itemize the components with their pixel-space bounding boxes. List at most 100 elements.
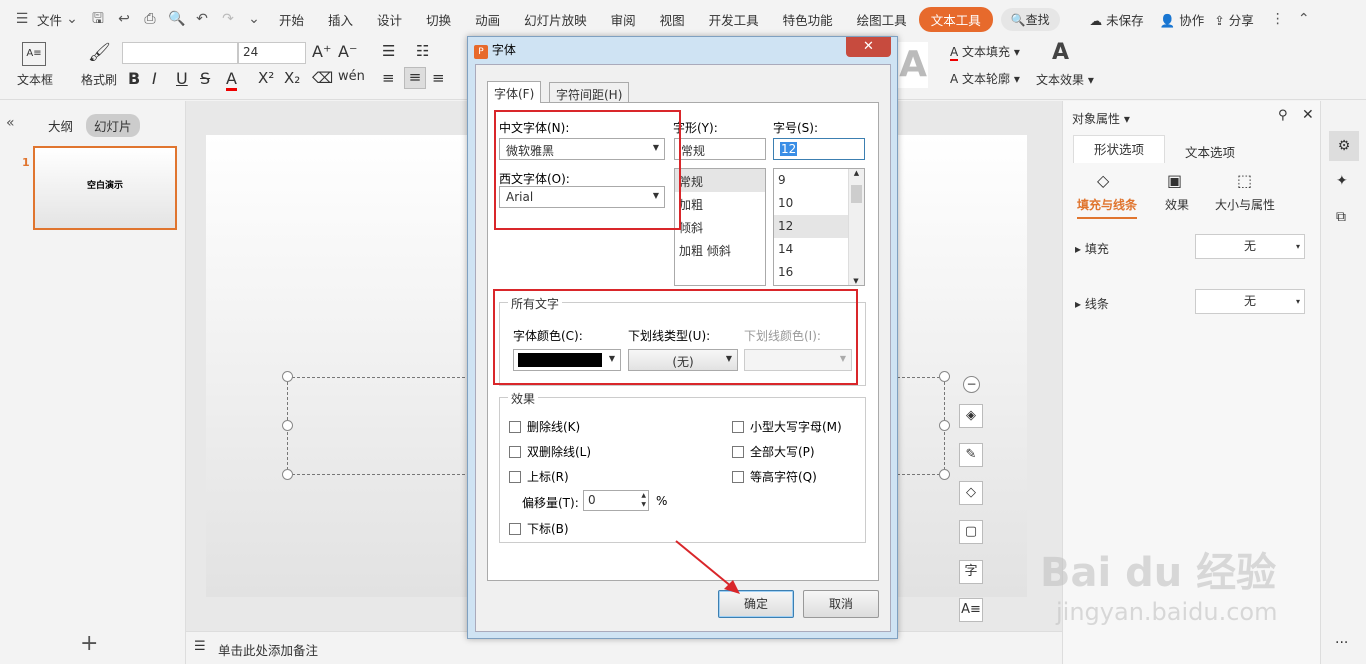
wordart-preview[interactable]: A <box>898 42 928 88</box>
list-item[interactable]: 常规 <box>675 169 765 192</box>
italic-icon[interactable]: I <box>152 69 157 88</box>
subtab-size[interactable]: 大小与属性 <box>1215 196 1275 213</box>
underline-icon[interactable]: U <box>176 69 188 88</box>
tab-char-spacing[interactable]: 字符间距(H) <box>549 82 630 102</box>
resize-handle[interactable] <box>939 420 950 431</box>
resize-handle[interactable] <box>282 420 293 431</box>
copy-tool-icon[interactable]: ⧉ <box>1336 209 1346 225</box>
search-button[interactable]: 🔍查找 <box>1000 7 1060 31</box>
close-pane-icon[interactable]: ✕ <box>1302 107 1314 123</box>
text-effect-icon[interactable]: A <box>1052 40 1069 65</box>
list-item[interactable]: 加粗 <box>675 192 765 215</box>
cancel-button[interactable]: 取消 <box>803 590 879 618</box>
strikethrough-icon[interactable]: S <box>200 69 210 88</box>
dialog-titlebar[interactable]: P 字体 <box>474 41 516 59</box>
tab-transition[interactable]: 切换 <box>414 10 463 29</box>
equal-height-checkbox[interactable]: 等高字符(Q) <box>732 468 817 485</box>
style-list[interactable]: 常规 加粗 倾斜 加粗 倾斜 <box>674 168 766 286</box>
tab-animation[interactable]: 动画 <box>463 10 512 29</box>
tab-font[interactable]: 字体(F) <box>487 81 542 103</box>
subscript-icon[interactable]: X₂ <box>284 69 300 87</box>
customize-icon[interactable]: ⌄ <box>246 11 262 27</box>
tab-special[interactable]: 特色功能 <box>771 10 845 29</box>
add-slide-icon[interactable]: + <box>80 631 98 656</box>
text-outline-button[interactable]: A 文本轮廓 ▾ <box>950 70 1020 87</box>
tab-outline[interactable]: 大纲 <box>48 116 73 135</box>
fill-icon[interactable]: ◇ <box>959 481 983 505</box>
grow-font-icon[interactable]: A⁺ <box>312 42 331 61</box>
textbox-button[interactable]: 文本框 <box>10 71 60 88</box>
collab-button[interactable]: 👤 协作 <box>1156 10 1209 29</box>
tab-shape-options[interactable]: 形状选项 <box>1073 135 1165 163</box>
slide-thumbnail[interactable]: 空白演示 <box>33 146 177 230</box>
resize-handle[interactable] <box>282 469 293 480</box>
offset-stepper[interactable]: 0 ▲ ▼ <box>583 490 649 511</box>
align-center-icon[interactable]: ≡ <box>404 67 426 89</box>
save-icon[interactable]: 🖫 <box>90 11 106 27</box>
share-button[interactable]: ⇪ 分享 <box>1208 10 1259 29</box>
bold-icon[interactable]: B <box>128 69 140 88</box>
textbox-icon[interactable]: A≡ <box>22 42 46 66</box>
list-item[interactable]: 12 <box>774 215 848 238</box>
layers-icon[interactable]: ◈ <box>959 404 983 428</box>
unsaved-button[interactable]: ☁ 未保存 <box>1078 10 1156 29</box>
format-painter-icon[interactable]: 🖌 <box>88 42 111 63</box>
list-item[interactable]: 10 <box>774 192 848 215</box>
tab-design[interactable]: 设计 <box>365 10 414 29</box>
pin-icon[interactable]: ⚲ <box>1278 108 1288 123</box>
effect-icon[interactable]: ▣ <box>1167 171 1182 190</box>
tab-text-tools[interactable]: 文本工具 <box>918 6 993 32</box>
double-strike-checkbox[interactable]: 双删除线(L) <box>509 443 591 460</box>
line-section[interactable]: ▸ 线条 <box>1075 295 1109 312</box>
tab-insert[interactable]: 插入 <box>316 10 365 29</box>
text-effect-button[interactable]: 文本效果 ▾ <box>1036 71 1094 88</box>
resize-handle[interactable] <box>282 371 293 382</box>
tab-text-options[interactable]: 文本选项 <box>1185 142 1235 161</box>
size-scrollbar[interactable]: ▲ ▼ <box>848 169 864 285</box>
pin-tool-icon[interactable]: ✦ <box>1336 173 1348 189</box>
properties-icon[interactable]: ⚙ <box>1329 131 1359 161</box>
tab-drawing-tools[interactable]: 绘图工具 <box>845 10 919 29</box>
collapse-pane-icon[interactable]: « <box>6 115 15 131</box>
small-caps-checkbox[interactable]: 小型大写字母(M) <box>732 418 842 435</box>
more-tools-icon[interactable]: ··· <box>1335 635 1348 651</box>
pane-title[interactable]: 对象属性 ▾ <box>1072 110 1130 127</box>
numbering-icon[interactable]: ☷ <box>416 42 429 60</box>
text-fill-button[interactable]: A 文本填充 ▾ <box>950 43 1020 61</box>
list-item[interactable]: 9 <box>774 169 848 192</box>
notes-placeholder[interactable]: 单击此处添加备注 <box>218 640 318 659</box>
font-tool-icon[interactable]: 字 <box>959 560 983 584</box>
resize-handle[interactable] <box>939 469 950 480</box>
text-tool-icon[interactable]: A≡ <box>959 598 983 622</box>
dialog-close-button[interactable]: ✕ <box>846 37 891 57</box>
subtab-effect[interactable]: 效果 <box>1165 196 1189 213</box>
fill-dropdown[interactable]: 无 ▾ <box>1195 234 1305 259</box>
line-dropdown[interactable]: 无 ▾ <box>1195 289 1305 314</box>
superscript-checkbox[interactable]: 上标(R) <box>509 468 569 485</box>
chevron-down-icon[interactable]: ⌄ <box>64 11 80 27</box>
align-left-icon[interactable]: ≡ <box>382 69 395 87</box>
phonetic-icon[interactable]: wén <box>338 69 365 84</box>
size-list[interactable]: 9 10 12 14 16 ▲ ▼ <box>773 168 865 286</box>
more-icon[interactable]: ⋮ <box>1270 11 1286 27</box>
align-right-icon[interactable]: ≡ <box>432 69 445 87</box>
fill-line-icon[interactable]: ◇ <box>1097 171 1109 190</box>
resize-handle[interactable] <box>939 371 950 382</box>
redo-icon[interactable]: ↷ <box>220 11 236 27</box>
superscript-icon[interactable]: X² <box>258 69 274 87</box>
print-preview-icon[interactable]: 🔍 <box>168 11 185 27</box>
outline-icon[interactable]: ▢ <box>959 520 983 544</box>
subscript-checkbox[interactable]: 下标(B) <box>509 520 569 537</box>
print-icon[interactable]: ⎙ <box>142 11 158 27</box>
undo-icon[interactable]: ↶ <box>194 11 210 27</box>
list-item[interactable]: 16 <box>774 261 848 284</box>
tab-slides[interactable]: 幻灯片 <box>86 114 140 137</box>
subtab-fill-line[interactable]: 填充与线条 <box>1077 196 1138 219</box>
tab-view[interactable]: 视图 <box>648 10 697 29</box>
list-item[interactable]: 加粗 倾斜 <box>675 238 765 261</box>
tab-review[interactable]: 审阅 <box>599 10 648 29</box>
font-name-combo[interactable] <box>122 42 238 64</box>
font-size-combo[interactable]: 24 <box>238 42 306 64</box>
scroll-down-icon[interactable]: ▼ <box>849 277 863 285</box>
clear-format-icon[interactable]: ⌫ <box>312 69 333 87</box>
